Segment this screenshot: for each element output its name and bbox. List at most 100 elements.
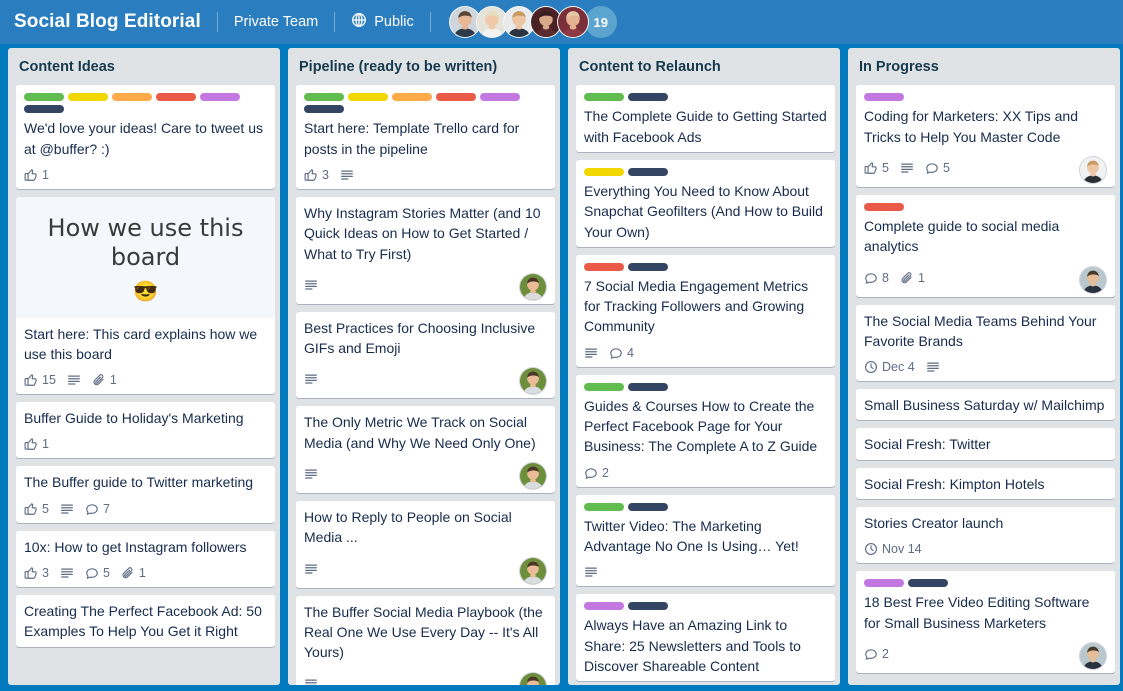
- card-title: 7 Social Media Engagement Metrics for Tr…: [584, 276, 827, 338]
- card-member-avatar[interactable]: [519, 273, 547, 301]
- card[interactable]: Buffer Guide to Holiday's Marketing 1: [16, 402, 275, 458]
- card-badges: [304, 459, 547, 489]
- label-green[interactable]: [24, 93, 64, 101]
- label-yellow[interactable]: [348, 93, 388, 101]
- member-count-badge[interactable]: 19: [585, 6, 617, 38]
- visibility-label: Public: [374, 14, 414, 30]
- card[interactable]: Start here: Template Trello card for pos…: [296, 85, 555, 189]
- label-navy[interactable]: [628, 383, 668, 391]
- card[interactable]: Stories Creator launch Nov 14: [856, 507, 1115, 563]
- card-labels: [584, 381, 827, 391]
- label-orange[interactable]: [112, 93, 152, 101]
- card[interactable]: The Buffer guide to Twitter marketing 5 …: [16, 466, 275, 522]
- label-purple[interactable]: [584, 602, 624, 610]
- label-navy[interactable]: [628, 93, 668, 101]
- list-cards-scroll[interactable]: Coding for Marketers: XX Tips and Tricks…: [848, 85, 1120, 685]
- team-name-button[interactable]: Private Team: [234, 14, 318, 30]
- card[interactable]: Everything You Need to Know About Snapch…: [576, 160, 835, 247]
- label-green[interactable]: [304, 93, 344, 101]
- card[interactable]: Social Fresh: Kimpton Hotels: [856, 468, 1115, 499]
- card[interactable]: How to Reply to People on Social Media .…: [296, 501, 555, 588]
- list-cards-scroll[interactable]: Start here: Template Trello card for pos…: [288, 85, 560, 685]
- label-red[interactable]: [584, 263, 624, 271]
- card-member-avatar[interactable]: [1079, 266, 1107, 294]
- card[interactable]: Complete guide to social media analytics…: [856, 195, 1115, 297]
- badge-value: 5: [882, 161, 889, 175]
- card[interactable]: Always Have an Amazing Link to Share: 25…: [576, 594, 835, 681]
- board-title[interactable]: Social Blog Editorial: [14, 11, 201, 33]
- card-labels: [584, 91, 827, 101]
- badge-thumbs-up: 3: [24, 564, 49, 582]
- list-title[interactable]: Content to Relaunch: [568, 48, 840, 85]
- label-red[interactable]: [156, 93, 196, 101]
- list-2: Content to RelaunchThe Complete Guide to…: [568, 48, 840, 685]
- card-badges: [304, 554, 547, 584]
- card[interactable]: Creating The Perfect Facebook Ad: 50 Exa…: [16, 595, 275, 647]
- label-navy[interactable]: [908, 579, 948, 587]
- card[interactable]: Coding for Marketers: XX Tips and Tricks…: [856, 85, 1115, 187]
- card[interactable]: The Social Media Teams Behind Your Favor…: [856, 305, 1115, 382]
- label-navy[interactable]: [628, 168, 668, 176]
- card-member-avatar[interactable]: [1079, 156, 1107, 184]
- team-name-label: Private Team: [234, 14, 318, 30]
- thumbs-up-icon: [24, 502, 38, 516]
- badge-description: [304, 675, 318, 685]
- card-member-avatar[interactable]: [519, 367, 547, 395]
- list-cards-scroll[interactable]: We'd love your ideas! Care to tweet us a…: [8, 85, 280, 685]
- label-navy[interactable]: [628, 503, 668, 511]
- card[interactable]: The Only Metric We Track on Social Media…: [296, 406, 555, 493]
- card-cover: How we use this board 😎: [16, 197, 275, 318]
- card[interactable]: Twitter Video: The Marketing Advantage N…: [576, 495, 835, 587]
- card[interactable]: Why Instagram Stories Matter (and 10 Qui…: [296, 197, 555, 304]
- card[interactable]: How we use this board 😎 Start here: This…: [16, 197, 275, 394]
- label-navy[interactable]: [24, 105, 64, 113]
- card[interactable]: Guides & Courses How to Create the Perfe…: [576, 375, 835, 487]
- description-icon: [900, 161, 914, 175]
- card-title: 10x: How to get Instagram followers: [24, 537, 267, 558]
- label-navy[interactable]: [304, 105, 344, 113]
- attachment-icon: [900, 271, 914, 285]
- member-avatar-5[interactable]: [557, 6, 589, 38]
- card[interactable]: 18 Best Free Video Editing Software for …: [856, 571, 1115, 673]
- list-title[interactable]: Content Ideas: [8, 48, 280, 85]
- card-member-avatar[interactable]: [519, 672, 547, 685]
- label-navy[interactable]: [628, 263, 668, 271]
- card-member-avatar[interactable]: [1079, 642, 1107, 670]
- comment-icon: [85, 502, 99, 516]
- label-navy[interactable]: [628, 602, 668, 610]
- card-member-avatar[interactable]: [519, 462, 547, 490]
- badge-comment: 5: [85, 564, 110, 582]
- card[interactable]: Social Fresh: Twitter: [856, 428, 1115, 459]
- badge-value: 2: [602, 466, 609, 480]
- label-purple[interactable]: [864, 93, 904, 101]
- label-green[interactable]: [584, 93, 624, 101]
- list-cards-scroll[interactable]: The Complete Guide to Getting Started wi…: [568, 85, 840, 685]
- card-title: The Buffer Social Media Playbook (the Re…: [304, 602, 547, 664]
- list-title[interactable]: In Progress: [848, 48, 1120, 85]
- card[interactable]: The Complete Guide to Getting Started wi…: [576, 85, 835, 152]
- label-purple[interactable]: [864, 579, 904, 587]
- label-yellow[interactable]: [68, 93, 108, 101]
- visibility-button[interactable]: Public: [351, 12, 414, 32]
- card[interactable]: 10x: How to get Instagram followers 3 5 …: [16, 531, 275, 587]
- card[interactable]: The Buffer Social Media Playbook (the Re…: [296, 596, 555, 685]
- label-yellow[interactable]: [584, 168, 624, 176]
- label-green[interactable]: [584, 383, 624, 391]
- label-red[interactable]: [436, 93, 476, 101]
- label-purple[interactable]: [200, 93, 240, 101]
- list-title[interactable]: Pipeline (ready to be written): [288, 48, 560, 85]
- label-orange[interactable]: [392, 93, 432, 101]
- card[interactable]: Best Practices for Choosing Inclusive GI…: [296, 312, 555, 399]
- list-column: Pipeline (ready to be written)Start here…: [288, 48, 560, 685]
- label-purple[interactable]: [480, 93, 520, 101]
- description-icon: [584, 565, 598, 579]
- card-title: Why Instagram Stories Matter (and 10 Qui…: [304, 203, 547, 265]
- card[interactable]: 7 Social Media Engagement Metrics for Tr…: [576, 255, 835, 367]
- card-member-avatar[interactable]: [519, 557, 547, 585]
- label-red[interactable]: [864, 203, 904, 211]
- card-labels: [864, 577, 1107, 587]
- card[interactable]: We'd love your ideas! Care to tweet us a…: [16, 85, 275, 189]
- card[interactable]: Small Business Saturday w/ Mailchimp: [856, 389, 1115, 420]
- card-title: Complete guide to social media analytics: [864, 216, 1107, 258]
- label-green[interactable]: [584, 503, 624, 511]
